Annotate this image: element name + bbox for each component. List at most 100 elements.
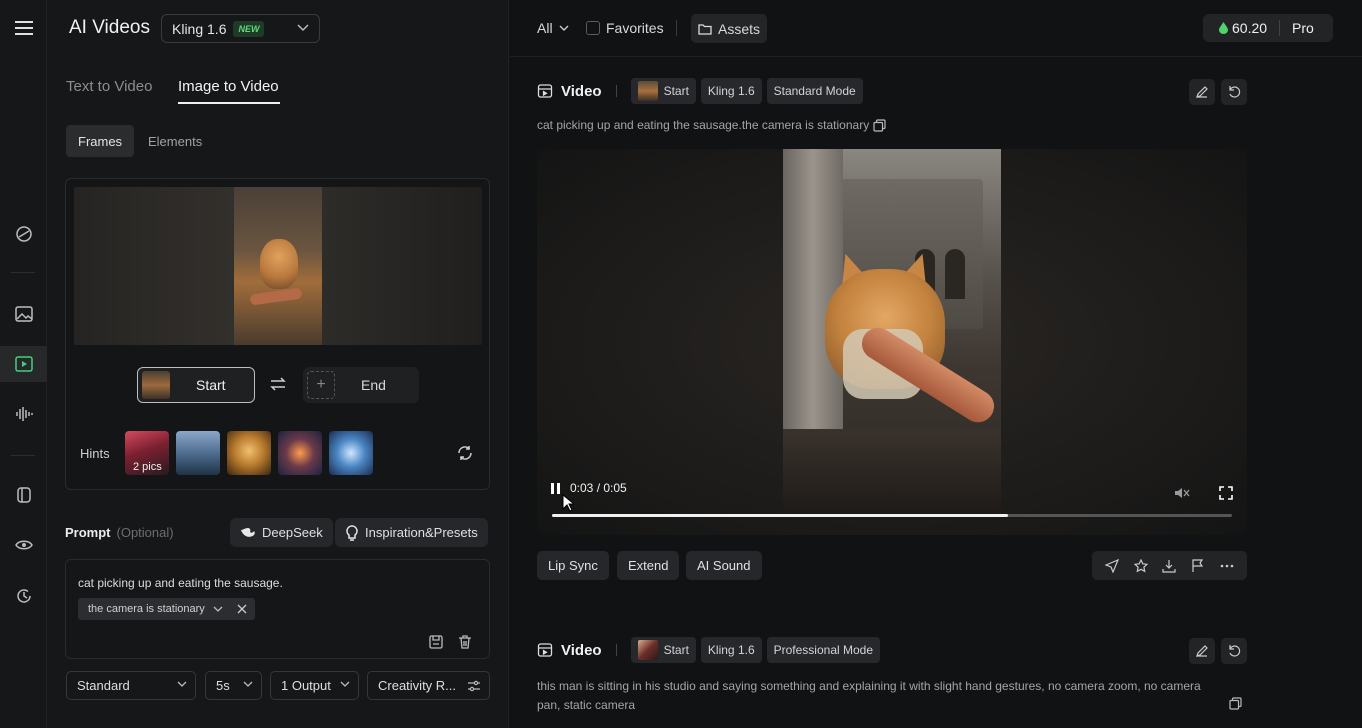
start-frame-button[interactable]: Start (137, 367, 255, 403)
hint-thumbnail[interactable] (278, 431, 322, 475)
tag-label: Start (663, 643, 689, 657)
menu-icon[interactable] (0, 10, 47, 46)
edit-button[interactable] (1189, 79, 1215, 105)
duration-value: 5s (216, 678, 230, 693)
swap-icon[interactable] (269, 376, 287, 392)
video-player[interactable]: 0:03 / 0:05 (537, 149, 1247, 535)
tag-start: Start (630, 637, 696, 663)
creativity-select[interactable]: Creativity R... (367, 671, 490, 700)
duration-select[interactable]: 5s (205, 671, 262, 700)
more-icon[interactable] (1220, 564, 1234, 568)
deepseek-icon (241, 527, 255, 537)
chevron-down-icon (297, 24, 309, 32)
prompt-label: Prompt (Optional) (65, 525, 174, 540)
pencil-icon (1196, 86, 1208, 98)
video-icon[interactable] (0, 346, 47, 382)
credits-display[interactable]: 60.20 Pro (1203, 14, 1333, 42)
video-description-text: cat picking up and eating the sausage.th… (537, 118, 870, 132)
start-frame-label: Start (196, 377, 226, 393)
video-description-line: pan, static camera (537, 698, 636, 712)
tab-image-to-video[interactable]: Image to Video (178, 78, 279, 95)
start-frame-thumbnail (142, 371, 170, 399)
assets-button[interactable]: Assets (691, 14, 767, 43)
trash-icon[interactable] (457, 634, 473, 650)
hint-thumbnail[interactable] (329, 431, 373, 475)
chevron-down-icon (340, 681, 350, 687)
learn-icon[interactable] (0, 527, 47, 563)
chevron-down-icon (177, 681, 187, 687)
fullscreen-icon[interactable] (1219, 486, 1233, 500)
refresh-icon[interactable] (456, 444, 474, 462)
credit-drop-icon (1219, 22, 1228, 34)
mute-icon[interactable] (1174, 486, 1190, 500)
end-frame-button[interactable]: + End (303, 367, 419, 403)
outputs-select[interactable]: 1 Output (270, 671, 359, 700)
video-frame (783, 149, 1001, 511)
generation-panel: AI Videos Kling 1.6 NEW Text to Video Im… (47, 0, 509, 728)
tag-start: Start (630, 78, 696, 104)
hint-thumbnail[interactable] (227, 431, 271, 475)
inspiration-presets-button[interactable]: Inspiration&Presets (335, 518, 488, 547)
close-icon[interactable] (237, 604, 247, 614)
flag-icon[interactable] (1191, 558, 1205, 573)
regenerate-button[interactable] (1221, 638, 1247, 664)
image-icon[interactable] (0, 296, 47, 332)
copy-icon[interactable] (1229, 697, 1242, 710)
copy-icon[interactable] (873, 118, 886, 132)
chevron-down-icon (559, 25, 569, 31)
ai-sound-button[interactable]: AI Sound (686, 551, 762, 580)
save-icon[interactable] (428, 634, 444, 650)
tab-text-to-video[interactable]: Text to Video (66, 78, 152, 95)
tag-mode: Standard Mode (766, 78, 863, 104)
end-frame-label: End (361, 377, 386, 393)
chevron-down-icon (243, 681, 253, 687)
undo-icon (1229, 645, 1241, 657)
edit-button[interactable] (1189, 638, 1215, 664)
tag-mode: Professional Mode (766, 637, 881, 663)
pause-icon[interactable] (551, 482, 560, 494)
audio-icon[interactable] (0, 396, 47, 432)
progress-bar[interactable] (552, 514, 1232, 517)
prompt-input[interactable]: cat picking up and eating the sausage. t… (65, 559, 490, 659)
explore-icon[interactable] (0, 216, 47, 252)
camera-chip[interactable]: the camera is stationary (78, 598, 255, 620)
subtab-frames[interactable]: Frames (66, 125, 135, 157)
video-card-icon (537, 84, 553, 98)
lightbulb-icon (346, 524, 358, 541)
model-name: Kling 1.6 (172, 20, 227, 37)
video-header: Video Start Kling 1.6 Professional Mode (537, 637, 885, 663)
tag-label: Start (663, 84, 689, 98)
send-icon[interactable] (1105, 558, 1120, 573)
credits-value: 60.20 (1232, 20, 1268, 36)
mode-value: Standard (77, 678, 130, 693)
library-icon[interactable] (0, 477, 47, 513)
creativity-value: Creativity R... (378, 678, 457, 693)
regenerate-button[interactable] (1221, 79, 1247, 105)
sliders-icon (468, 680, 480, 692)
page-title: AI Videos (69, 17, 150, 38)
start-thumbnail (637, 640, 658, 660)
star-icon[interactable] (1133, 558, 1148, 573)
hint-caption: 2 pics (133, 461, 162, 473)
subtab-elements[interactable]: Elements (136, 125, 214, 157)
top-bar: All Favorites Assets 60.20 Pro (510, 0, 1362, 57)
video-description-line: this man is sitting in his studio and sa… (537, 679, 1201, 693)
history-icon[interactable] (0, 578, 47, 614)
extend-button[interactable]: Extend (617, 551, 680, 580)
prompt-title: Prompt (65, 525, 111, 540)
tag-model: Kling 1.6 (700, 78, 762, 104)
hints-label: Hints (80, 446, 110, 461)
outputs-value: 1 Output (281, 678, 331, 693)
start-frame-preview[interactable] (234, 187, 322, 345)
filter-dropdown[interactable]: All (537, 20, 569, 36)
download-icon[interactable] (1162, 559, 1177, 573)
nav-rail (0, 0, 47, 728)
favorites-toggle[interactable]: Favorites (586, 20, 664, 36)
chevron-down-icon[interactable] (213, 606, 223, 612)
lip-sync-button[interactable]: Lip Sync (537, 551, 609, 580)
mode-select[interactable]: Standard (66, 671, 196, 700)
favorites-checkbox[interactable] (586, 21, 600, 35)
hint-thumbnail[interactable] (176, 431, 220, 475)
model-select[interactable]: Kling 1.6 NEW (161, 14, 320, 43)
deepseek-button[interactable]: DeepSeek (230, 518, 333, 547)
